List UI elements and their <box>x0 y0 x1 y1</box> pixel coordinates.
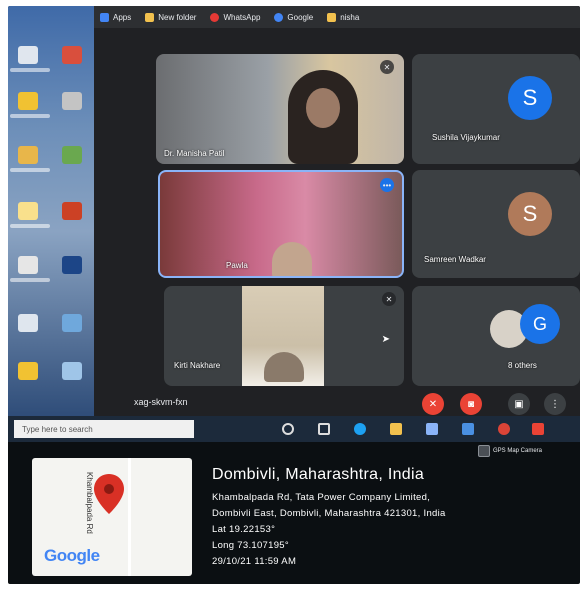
desktop-shortcut-icon[interactable] <box>62 362 82 380</box>
bookmarks-bar: Apps New folder WhatsApp Google nisha <box>94 6 580 28</box>
participant-name: Dr. Manisha Patil <box>164 149 225 158</box>
participant-tile[interactable]: ✕ ➤ Kirti Nakhare <box>164 286 404 386</box>
participant-face <box>306 88 340 128</box>
bookmark-label: New folder <box>158 12 197 22</box>
chrome-icon[interactable] <box>498 423 510 435</box>
desktop-shortcut-icon[interactable] <box>18 146 38 164</box>
gps-camera-badge: GPS Map Camera <box>478 444 542 458</box>
whatsapp-icon <box>210 12 220 22</box>
desktop-shortcut-icon[interactable] <box>62 256 82 274</box>
bookmark-label: nisha <box>340 12 360 22</box>
avatar: S <box>508 192 552 236</box>
google-logo-text: Google <box>44 546 100 565</box>
more-options-icon[interactable]: ••• <box>380 178 394 192</box>
mouse-cursor-icon: ➤ <box>381 334 390 345</box>
folder-icon <box>327 12 337 22</box>
desktop-shortcut-icon[interactable] <box>18 256 38 274</box>
desktop-shortcut-icon[interactable] <box>62 92 82 110</box>
bookmark-label: WhatsApp <box>223 12 261 22</box>
bookmark-nisha[interactable]: nisha <box>327 12 360 22</box>
more-vert-icon[interactable]: ⋮ <box>544 393 566 415</box>
bookmark-label: Google <box>287 12 314 22</box>
desktop-shortcut-label <box>10 114 50 118</box>
participant-name: Kirti Nakhare <box>174 361 221 370</box>
mic-off-icon: ✕ <box>380 60 394 74</box>
apps-grid-icon <box>100 12 109 22</box>
gps-badge-label: GPS Map Camera <box>493 448 543 454</box>
desktop-shortcut-icon[interactable] <box>62 46 82 64</box>
store-icon[interactable] <box>426 423 438 435</box>
avatar: S <box>508 76 552 120</box>
location-title: Dombivli, Maharashtra, India <box>212 466 425 483</box>
participant-name: Sushila Vijaykumar <box>432 133 500 142</box>
file-explorer-icon[interactable] <box>390 423 402 435</box>
bookmark-google[interactable]: Google <box>274 12 314 22</box>
photo-frame: Apps New folder WhatsApp Google nisha ✕ … <box>8 6 580 584</box>
participant-tile[interactable]: S Sushila Vijaykumar <box>412 54 580 164</box>
participant-name: 8 others <box>508 361 537 370</box>
app-icon[interactable] <box>532 423 544 435</box>
meet-window: ✕ Dr. Manisha Patil S Sushila Vijaykumar… <box>94 28 580 416</box>
avatar: G <box>520 304 560 344</box>
task-view-icon[interactable] <box>318 423 330 435</box>
mic-off-icon: ✕ <box>382 292 396 306</box>
folder-icon <box>145 12 155 22</box>
avatar-initial: S <box>522 85 538 110</box>
desktop-shortcut-icon[interactable] <box>18 362 38 380</box>
desktop-shortcut-icon[interactable] <box>18 314 38 332</box>
desktop-shortcut-icon[interactable] <box>18 92 38 110</box>
desktop-shortcut-label <box>10 168 50 172</box>
desktop-shortcut-label <box>10 278 50 282</box>
participant-name: Pawla <box>226 261 248 270</box>
desktop-shortcut-icon[interactable] <box>62 146 82 164</box>
bookmark-label: Apps <box>113 12 132 22</box>
longitude: Long 73.107195° <box>212 540 289 551</box>
cortana-icon[interactable] <box>282 423 294 435</box>
camera-app-icon <box>478 445 490 457</box>
map-thumbnail: Khambalpada Rd Google <box>32 458 192 576</box>
bookmark-new-folder[interactable]: New folder <box>145 12 197 22</box>
taskbar-search-input[interactable]: Type here to search <box>14 420 194 438</box>
present-screen-icon[interactable]: ▣ <box>508 393 530 415</box>
participant-tile-others[interactable]: G 8 others <box>412 286 580 386</box>
latitude: Lat 19.22153° <box>212 524 276 535</box>
avatar-initial: S <box>522 201 538 226</box>
desktop-shortcut-icon[interactable] <box>18 46 38 64</box>
desktop-shortcut-icon[interactable] <box>62 202 82 220</box>
participant-tile[interactable]: ✕ Dr. Manisha Patil <box>156 54 404 164</box>
camera-off-icon[interactable]: ◙ <box>460 393 482 415</box>
participant-video <box>272 242 312 276</box>
avatar-initial: G <box>532 313 547 334</box>
desktop-shortcut-label <box>10 224 50 228</box>
desktop-shortcut-icon[interactable] <box>62 314 82 332</box>
google-logo: Google <box>44 546 100 566</box>
address-line-1: Khambalpada Rd, Tata Power Company Limit… <box>212 492 431 503</box>
search-placeholder: Type here to search <box>22 424 93 434</box>
desktop-background <box>8 6 102 416</box>
taskbar: Type here to search <box>8 416 580 442</box>
participant-tile-active-speaker[interactable]: ••• Pawla <box>158 170 404 278</box>
participant-name: Samreen Wadkar <box>424 255 486 264</box>
desktop-shortcut-label <box>10 68 50 72</box>
datetime: 29/10/21 11:59 AM <box>212 556 297 567</box>
edge-icon[interactable] <box>354 423 366 435</box>
google-icon <box>274 12 284 22</box>
meet-control-bar: xag-skvm-fxn ✕ ◙ ▣ ⋮ <box>94 390 580 416</box>
map-pin-icon <box>94 474 124 514</box>
participant-tile[interactable]: S Samreen Wadkar <box>412 170 580 278</box>
meeting-code: xag-skvm-fxn <box>134 397 188 407</box>
map-road <box>128 458 131 576</box>
address-line-2: Dombivli East, Dombivli, Maharashtra 421… <box>212 508 446 519</box>
desktop-shortcut-icon[interactable] <box>18 202 38 220</box>
mic-off-icon[interactable]: ✕ <box>422 393 444 415</box>
bookmark-whatsapp[interactable]: WhatsApp <box>210 12 261 22</box>
mail-icon[interactable] <box>462 423 474 435</box>
bookmark-apps[interactable]: Apps <box>100 12 132 22</box>
